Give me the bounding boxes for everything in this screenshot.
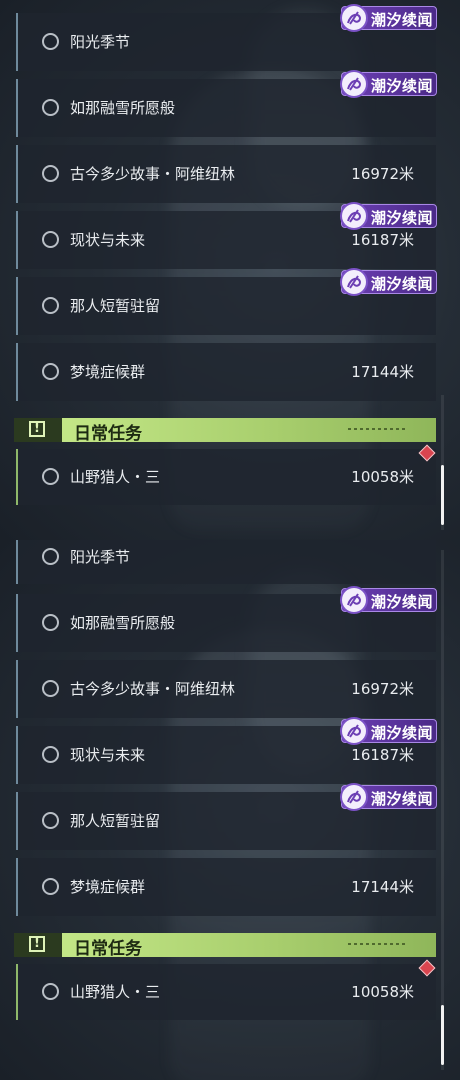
tidal-badge: 潮汐续闻 [340,783,437,811]
tidal-badge: 潮汐续闻 [340,586,437,614]
tidal-spiral-icon [340,717,368,745]
tidal-badge: 潮汐续闻 [340,70,437,98]
quest-row[interactable]: 古今多少故事・阿维纽林 16972米 [16,145,436,203]
quest-circle-icon [42,468,59,485]
badge-text: 潮汐续闻 [371,11,434,29]
quest-circle-icon [42,231,59,248]
badge-text: 潮汐续闻 [371,724,434,742]
quest-name: 那人短暂驻留 [70,812,161,830]
badge-text: 潮汐续闻 [371,275,434,293]
tidal-badge: 潮汐续闻 [340,717,437,745]
quest-name: 梦境症候群 [70,878,146,896]
quest-name: 现状与未来 [70,231,146,249]
quest-distance: 17144米 [351,363,414,381]
daily-quests-header[interactable]: ! 日常任务 [14,933,436,959]
tidal-badge: 潮汐续闻 [340,202,437,230]
quest-distance: 16972米 [351,680,414,698]
quest-circle-icon [42,165,59,182]
quest-circle-icon [42,614,59,631]
badge-text: 潮汐续闻 [371,209,434,227]
badge-text: 潮汐续闻 [371,593,434,611]
exclamation-box-icon: ! [14,933,62,957]
quest-name: 如那融雪所愿般 [70,99,176,117]
quest-name: 如那融雪所愿般 [70,614,176,632]
quest-distance: 10058米 [351,983,414,1001]
quest-circle-icon [42,983,59,1000]
tidal-badge: 潮汐续闻 [340,4,437,32]
quest-distance: 17144米 [351,878,414,896]
quest-circle-icon [42,99,59,116]
tidal-spiral-icon [340,268,368,296]
quest-distance: 10058米 [351,468,414,486]
scrollbar-track[interactable] [441,550,444,1070]
daily-header-title: 日常任务 [74,939,142,959]
tidal-spiral-icon [340,783,368,811]
tidal-spiral-icon [340,202,368,230]
daily-quests-header[interactable]: ! 日常任务 [14,418,436,444]
quest-name: 现状与未来 [70,746,146,764]
quest-list-panel-1: 阳光季节 如那融雪所愿般 古今多少故事・阿维纽林 16972米 现状与未来 16… [0,0,460,540]
quest-circle-icon [42,363,59,380]
quest-circle-icon [42,33,59,50]
quest-row[interactable]: 古今多少故事・阿维纽林 16972米 [16,660,436,718]
quest-list-panel-2: 阳光季节 如那融雪所愿般 古今多少故事・阿维纽林 16972米 现状与未来 16… [0,540,460,1080]
quest-distance: 16187米 [351,746,414,764]
quest-row[interactable]: 阳光季节 [16,540,436,584]
badge-text: 潮汐续闻 [371,790,434,808]
badge-text: 潮汐续闻 [371,77,434,95]
daily-quest-row[interactable]: 山野猎人・三 10058米 [16,964,436,1020]
quest-name: 古今多少故事・阿维纽林 [70,165,236,183]
quest-name: 山野猎人・三 [70,468,161,486]
daily-quest-row[interactable]: 山野猎人・三 10058米 [16,449,436,505]
exclamation-box-icon: ! [14,418,62,442]
scrollbar-thumb[interactable] [441,1005,444,1065]
daily-header-title: 日常任务 [74,424,142,444]
quest-distance: 16972米 [351,165,414,183]
quest-name: 山野猎人・三 [70,983,161,1001]
quest-name: 阳光季节 [70,33,131,51]
quest-circle-icon [42,548,59,565]
header-decoration [348,428,408,430]
quest-name: 阳光季节 [70,548,131,566]
tidal-spiral-icon [340,70,368,98]
quest-name: 古今多少故事・阿维纽林 [70,680,236,698]
tidal-badge: 潮汐续闻 [340,268,437,296]
quest-name: 那人短暂驻留 [70,297,161,315]
tidal-spiral-icon [340,586,368,614]
quest-row[interactable]: 梦境症候群 17144米 [16,343,436,401]
quest-name: 梦境症候群 [70,363,146,381]
quest-row[interactable]: 梦境症候群 17144米 [16,858,436,916]
quest-circle-icon [42,297,59,314]
scrollbar-thumb[interactable] [441,465,444,525]
tidal-spiral-icon [340,4,368,32]
quest-circle-icon [42,812,59,829]
quest-distance: 16187米 [351,231,414,249]
header-decoration [348,943,408,945]
quest-circle-icon [42,878,59,895]
quest-circle-icon [42,680,59,697]
quest-circle-icon [42,746,59,763]
